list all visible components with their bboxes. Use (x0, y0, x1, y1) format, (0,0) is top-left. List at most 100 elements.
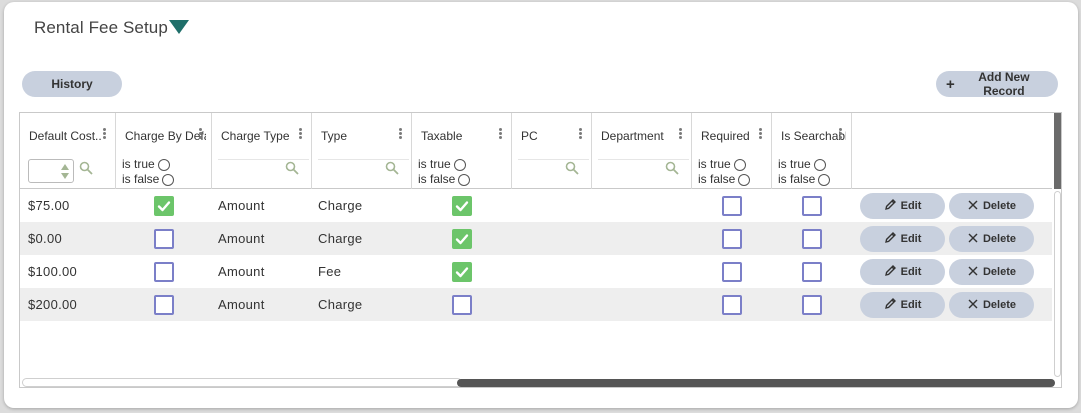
filter-option-is-false[interactable]: is false (122, 172, 175, 187)
filter-option-is-false[interactable]: is false (698, 172, 751, 187)
column-menu-icon[interactable] (758, 128, 762, 139)
filter-option-is-true[interactable]: is true (122, 157, 174, 172)
column-menu-icon[interactable] (678, 128, 682, 139)
search-icon[interactable] (385, 161, 399, 175)
column-header-label[interactable]: Department (601, 129, 664, 143)
filter-option-is-true[interactable]: is true (418, 157, 470, 172)
table-row: $100.00 Amount Fee Edit Delete (20, 255, 1052, 288)
cell-charge-by-default (116, 255, 212, 288)
search-icon[interactable] (665, 161, 679, 175)
checkbox[interactable] (154, 228, 174, 249)
checkbox[interactable] (802, 195, 822, 216)
cell-charge-type: Amount (212, 222, 312, 255)
cell-pc (512, 222, 592, 255)
filter-option-label: is false (698, 172, 736, 186)
column-menu-icon[interactable] (298, 128, 302, 139)
checkbox[interactable] (802, 294, 822, 315)
column-header-label[interactable]: Type (321, 129, 347, 143)
cell-text: Fee (318, 264, 342, 279)
radio-button[interactable] (813, 158, 826, 171)
cell-type: Charge (312, 288, 412, 321)
stepper-up-icon[interactable] (61, 164, 69, 170)
edit-button[interactable]: Edit (860, 292, 945, 318)
checkbox[interactable] (722, 195, 742, 216)
horizontal-scrollbar-track[interactable] (22, 378, 462, 387)
filter-option-is-true[interactable]: is true (778, 157, 830, 172)
checkbox[interactable] (452, 228, 472, 249)
column-header-label[interactable]: Charge By Default (125, 129, 206, 143)
checkbox[interactable] (154, 261, 174, 282)
stepper-down-icon[interactable] (61, 173, 69, 179)
search-icon[interactable] (79, 161, 93, 175)
checkbox[interactable] (722, 294, 742, 315)
column-header-required: Required is true is false (692, 113, 772, 189)
delete-label: Delete (982, 266, 1017, 278)
cell-text: $75.00 (28, 198, 70, 213)
column-menu-icon[interactable] (198, 128, 202, 139)
radio-button[interactable] (733, 158, 746, 171)
checkbox[interactable] (802, 261, 822, 282)
add-new-record-button[interactable]: + Add New Record (936, 70, 1058, 98)
delete-button[interactable]: Delete (949, 226, 1034, 252)
column-menu-icon[interactable] (498, 128, 502, 139)
default-cost-filter-input[interactable] (28, 159, 74, 183)
column-menu-icon[interactable] (398, 128, 402, 139)
caret-down-icon[interactable] (169, 20, 189, 34)
column-menu-icon[interactable] (578, 128, 582, 139)
filter-option-is-true[interactable]: is true (698, 157, 750, 172)
checkbox[interactable] (452, 294, 472, 315)
delete-button[interactable]: Delete (949, 259, 1034, 285)
search-icon[interactable] (565, 161, 579, 175)
column-header-label[interactable]: Required (701, 129, 750, 143)
cell-text: Charge (318, 198, 363, 213)
edit-button[interactable]: Edit (860, 193, 945, 219)
search-icon[interactable] (285, 161, 299, 175)
filter-option-label: is true (698, 157, 731, 171)
checkbox[interactable] (452, 261, 472, 282)
cell-required (692, 288, 772, 321)
filter-option-is-false[interactable]: is false (418, 172, 471, 187)
horizontal-scrollbar-thumb[interactable] (457, 379, 1055, 387)
radio-button[interactable] (162, 173, 175, 186)
cell-taxable (412, 189, 512, 222)
column-header-label[interactable]: Is Searchable (781, 129, 846, 143)
column-header-label[interactable]: Default Cost.. (29, 129, 102, 143)
radio-button[interactable] (818, 173, 831, 186)
column-menu-icon[interactable] (102, 128, 106, 139)
radio-button[interactable] (738, 173, 751, 186)
cell-department (592, 222, 692, 255)
checkbox[interactable] (802, 228, 822, 249)
delete-label: Delete (982, 299, 1017, 311)
filter-option-is-false[interactable]: is false (778, 172, 831, 187)
table-row: $0.00 Amount Charge Edit Delete (20, 222, 1052, 255)
vertical-scrollbar-thumb[interactable] (1054, 191, 1061, 377)
column-header-actions (852, 113, 1052, 189)
radio-button[interactable] (157, 158, 170, 171)
column-menu-icon[interactable] (838, 128, 842, 139)
delete-button[interactable]: Delete (949, 292, 1034, 318)
column-header-label[interactable]: Charge Type (221, 129, 290, 143)
close-icon (967, 298, 979, 313)
pencil-icon (884, 297, 897, 313)
table-row: $75.00 Amount Charge Edit Delete (20, 189, 1052, 222)
edit-button[interactable]: Edit (860, 226, 945, 252)
radio-button[interactable] (458, 173, 471, 186)
column-header-label[interactable]: PC (521, 129, 538, 143)
cell-charge-type: Amount (212, 189, 312, 222)
radio-button[interactable] (453, 158, 466, 171)
checkbox[interactable] (452, 195, 472, 216)
column-header-label[interactable]: Taxable (421, 129, 462, 143)
checkbox[interactable] (722, 261, 742, 282)
checkbox[interactable] (154, 195, 174, 216)
grid-header: Default Cost..Charge By Defaultis trueis… (20, 113, 1052, 189)
delete-label: Delete (982, 233, 1017, 245)
delete-button[interactable]: Delete (949, 193, 1034, 219)
history-button[interactable]: History (22, 71, 122, 97)
checkbox[interactable] (722, 228, 742, 249)
cell-pc (512, 288, 592, 321)
column-header-charge-type: Charge Type (212, 113, 312, 189)
edit-button[interactable]: Edit (860, 259, 945, 285)
checkbox[interactable] (154, 294, 174, 315)
fee-grid: Default Cost..Charge By Defaultis trueis… (19, 112, 1062, 388)
edit-label: Edit (900, 233, 922, 245)
